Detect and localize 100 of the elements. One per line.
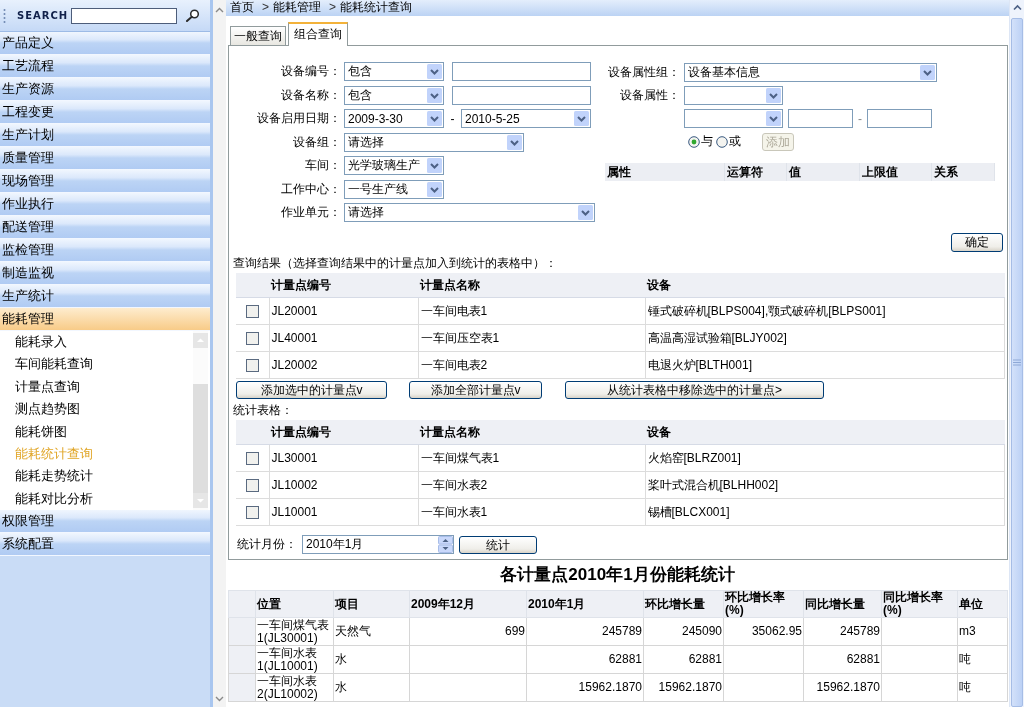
search-icon[interactable] [185, 9, 200, 22]
row-header-cell [228, 673, 256, 702]
action-button[interactable]: 添加选中的计量点v [236, 381, 387, 399]
field-label: 统计月份： [237, 536, 298, 553]
scrollbar-thumb[interactable] [1011, 18, 1023, 707]
month-spinner[interactable]: 2010年1月 [302, 535, 454, 554]
breadcrumb-separator: > [329, 0, 337, 16]
field-label: 设备属性组： [607, 64, 680, 81]
chevron-down-icon [507, 134, 522, 150]
menu-item[interactable]: 监检管理 [0, 239, 210, 262]
chevron-down-icon [427, 111, 442, 127]
chevron-down-icon [766, 111, 781, 126]
submenu-item[interactable]: 能耗走势统计 [0, 465, 193, 488]
submenu-item[interactable]: 能耗饼图 [0, 420, 193, 443]
tab[interactable]: 一般查询 [230, 26, 286, 45]
table-header-cell: 关系 [932, 163, 995, 181]
dropdown-select[interactable]: 一号生产线 [344, 179, 444, 199]
table-cell: 桨叶式混合机[BLHH002] [645, 471, 1005, 499]
checkbox[interactable] [245, 331, 259, 345]
menu-item[interactable]: 工程变更 [0, 101, 210, 124]
scrollbar[interactable] [1009, 0, 1024, 707]
menu-item[interactable]: 生产资源 [0, 78, 210, 101]
date-picker[interactable]: 2010-5-25 [461, 109, 591, 129]
chevron-down-icon [427, 87, 442, 103]
menu-item[interactable]: 产品定义 [0, 32, 210, 55]
dropdown-select[interactable] [684, 86, 783, 105]
table-cell: 水 [333, 673, 410, 702]
table-cell: 15962.1870 [526, 673, 644, 702]
scrollbar[interactable] [193, 331, 208, 510]
tab[interactable]: 组合查询 [288, 22, 348, 46]
statistics-button[interactable]: 统计 [459, 535, 537, 554]
confirm-button[interactable]: 确定 [951, 233, 1003, 252]
table-cell: 245789 [803, 617, 882, 646]
date-picker[interactable]: 2009-3-30 [344, 109, 444, 129]
section-title: 统计表格： [232, 403, 294, 417]
caret-down-icon[interactable] [215, 696, 224, 702]
action-button[interactable]: 从统计表格中移除选中的计量点> [565, 381, 824, 399]
submenu-item[interactable]: 测点趋势图 [0, 398, 193, 421]
menu-item[interactable]: 生产统计 [0, 285, 210, 308]
column-header: 计量点名称 [418, 273, 645, 298]
table-cell: 62881 [803, 645, 882, 674]
radio-icon[interactable] [688, 135, 700, 148]
column-header: 设备 [645, 273, 1005, 298]
column-header: 同比增长率(%) [881, 590, 958, 618]
menu-item[interactable]: 制造监视 [0, 262, 210, 285]
radio-option[interactable]: 与 [688, 133, 713, 150]
radio-option[interactable]: 或 [716, 133, 741, 150]
spinner-icon[interactable] [438, 536, 453, 553]
dropdown-select[interactable]: 请选择 [344, 203, 595, 223]
table-cell: JL10002 [269, 471, 418, 499]
table-cell: JL30001 [269, 444, 418, 472]
search-field[interactable] [71, 7, 177, 24]
row-header-cell [228, 617, 256, 646]
menu-item[interactable]: 作业执行 [0, 193, 210, 216]
checkbox[interactable] [245, 478, 259, 492]
column-header: 设备 [645, 420, 1005, 445]
breadcrumb-item: 能耗统计查询 [340, 0, 413, 16]
text-input[interactable] [452, 62, 591, 82]
dropdown-select[interactable] [684, 109, 783, 128]
grip-icon [3, 7, 6, 24]
menu-item[interactable]: 现场管理 [0, 170, 210, 193]
submenu-item[interactable]: 车间能耗查询 [0, 353, 193, 376]
checkbox[interactable] [245, 505, 259, 519]
table-cell: 一车间水表1 [418, 498, 645, 526]
scrollbar-thumb[interactable] [193, 384, 208, 493]
checkbox[interactable] [245, 358, 259, 372]
breadcrumb-item[interactable]: 能耗管理 [273, 0, 321, 16]
table-cell: 一车间电表1 [418, 297, 645, 325]
operator-select[interactable]: 包含 [344, 62, 444, 82]
menu-item[interactable]: 配送管理 [0, 216, 210, 239]
dropdown-select[interactable]: 光学玻璃生产 [344, 156, 444, 176]
table-header-cell: 属性 [605, 163, 725, 181]
checkbox[interactable] [245, 304, 259, 318]
action-button[interactable]: 添加全部计量点v [409, 381, 542, 399]
checkbox[interactable] [245, 451, 259, 465]
table-cell: 一车间电表2 [418, 351, 645, 379]
menu-item[interactable]: 质量管理 [0, 147, 210, 170]
submenu-item[interactable]: 能耗对比分析 [0, 487, 193, 511]
caret-up-icon[interactable] [215, 7, 224, 13]
text-input[interactable] [788, 109, 853, 128]
table-header-cell [228, 590, 256, 618]
text-input[interactable] [452, 85, 591, 105]
table-cell: 天然气 [333, 617, 410, 646]
table-cell: JL10001 [269, 498, 418, 526]
dropdown-select[interactable]: 请选择 [344, 132, 524, 152]
operator-select[interactable]: 包含 [344, 85, 444, 105]
menu-item[interactable]: 能耗管理 [0, 308, 210, 331]
submenu-item[interactable]: 能耗录入 [0, 331, 193, 354]
table-header-cell: 运算符 [725, 163, 787, 181]
menu-item[interactable]: 权限管理 [0, 510, 210, 533]
chevron-down-icon [920, 65, 935, 80]
breadcrumb-item[interactable]: 首页 [230, 0, 254, 16]
menu-item[interactable]: 生产计划 [0, 124, 210, 147]
menu-item[interactable]: 系统配置 [0, 533, 210, 556]
radio-icon[interactable] [716, 135, 728, 148]
text-input[interactable] [867, 109, 932, 128]
dropdown-select[interactable]: 设备基本信息 [684, 63, 937, 82]
menu-item[interactable]: 工艺流程 [0, 55, 210, 78]
field-label: 设备组： [292, 133, 341, 151]
submenu-item[interactable]: 计量点查询 [0, 375, 193, 399]
